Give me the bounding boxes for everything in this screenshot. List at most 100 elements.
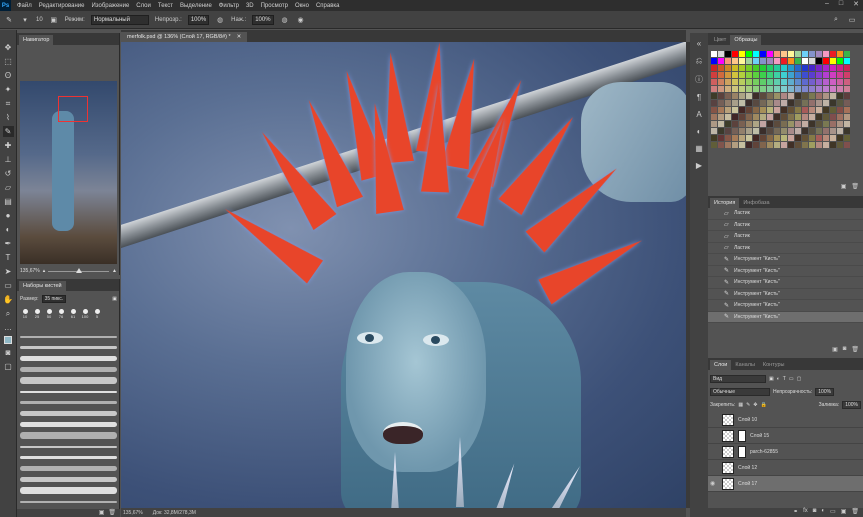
color-swatch[interactable] (718, 100, 724, 106)
color-swatch[interactable] (830, 51, 836, 57)
brush-tool-icon[interactable]: ✎ (2, 126, 14, 137)
history-state[interactable]: ✎ Инструмент "Кисть" (708, 254, 863, 266)
color-swatch[interactable] (802, 128, 808, 134)
mode-select[interactable]: Нормальный (90, 14, 149, 25)
color-swatch[interactable] (746, 65, 752, 71)
adjustment-layer-icon[interactable]: ◐ (821, 508, 825, 517)
type-tool-icon[interactable]: T (3, 252, 14, 263)
color-swatch[interactable] (760, 121, 766, 127)
color-swatch[interactable] (753, 72, 759, 78)
color-swatch[interactable] (823, 79, 829, 85)
document-canvas[interactable] (121, 42, 686, 508)
color-swatch[interactable] (830, 79, 836, 85)
color-swatch[interactable] (725, 58, 731, 64)
color-swatch[interactable] (767, 72, 773, 78)
layer-opacity-field[interactable]: 100% (815, 388, 835, 396)
menu-edit[interactable]: Редактирование (39, 3, 85, 9)
brush-list-item[interactable] (20, 474, 117, 485)
brush-size-field[interactable]: 35 пикс. (41, 295, 67, 303)
color-swatch[interactable] (753, 58, 759, 64)
maximize-icon[interactable]: □ (839, 0, 843, 8)
menu-layers[interactable]: Слои (136, 3, 151, 9)
color-swatch[interactable] (711, 72, 717, 78)
eyedropper-tool-icon[interactable]: ⌇ (3, 112, 14, 123)
color-swatch[interactable] (837, 114, 843, 120)
color-swatch[interactable] (788, 72, 794, 78)
color-swatch[interactable] (739, 107, 745, 113)
color-swatch[interactable] (739, 128, 745, 134)
color-swatch[interactable] (830, 135, 836, 141)
brush-preset[interactable]: 5 (92, 309, 102, 319)
color-swatch[interactable] (802, 107, 808, 113)
color-swatch[interactable] (795, 142, 801, 148)
color-swatch[interactable] (718, 72, 724, 78)
shape-tool-icon[interactable]: ▭ (3, 280, 14, 291)
color-swatch[interactable] (760, 79, 766, 85)
color-swatch[interactable] (739, 79, 745, 85)
color-swatch[interactable] (746, 93, 752, 99)
color-swatch[interactable] (837, 79, 843, 85)
color-swatch[interactable] (823, 128, 829, 134)
color-swatch[interactable] (711, 51, 717, 57)
color-swatch[interactable] (725, 107, 731, 113)
color-swatch[interactable] (809, 72, 815, 78)
color-swatch[interactable] (844, 86, 850, 92)
healing-tool-icon[interactable]: ✚ (3, 140, 14, 151)
color-swatch[interactable] (809, 65, 815, 71)
color-swatch[interactable] (795, 93, 801, 99)
opacity-field[interactable]: 100% (187, 14, 210, 25)
color-swatch[interactable] (844, 93, 850, 99)
color-swatch[interactable] (788, 93, 794, 99)
color-swatch[interactable] (732, 128, 738, 134)
color-swatch[interactable] (746, 86, 752, 92)
color-swatch[interactable] (802, 65, 808, 71)
color-swatch[interactable] (753, 114, 759, 120)
link-layers-icon[interactable]: ⚭ (793, 508, 798, 517)
color-swatch[interactable] (802, 142, 808, 148)
history-brush-tool-icon[interactable]: ↺ (3, 168, 14, 179)
color-swatch[interactable] (816, 93, 822, 99)
color-swatch[interactable] (774, 86, 780, 92)
color-swatch[interactable] (753, 121, 759, 127)
menu-filter[interactable]: Фильтр (219, 3, 239, 9)
color-swatch[interactable] (837, 93, 843, 99)
color-swatch[interactable] (781, 142, 787, 148)
color-swatch[interactable] (837, 72, 843, 78)
path-select-tool-icon[interactable]: ➤ (3, 266, 14, 277)
color-swatch[interactable] (788, 79, 794, 85)
color-swatch[interactable] (837, 107, 843, 113)
lasso-tool-icon[interactable]: ʘ (3, 70, 14, 81)
brush-preset[interactable]: 25 (32, 309, 42, 319)
color-swatch[interactable] (711, 135, 717, 141)
color-swatch[interactable] (781, 65, 787, 71)
clone-stamp-tool-icon[interactable]: ⊥ (3, 154, 14, 165)
color-swatch[interactable] (718, 121, 724, 127)
menu-window[interactable]: Окно (295, 3, 309, 9)
history-state[interactable]: ▱ Ластик (708, 231, 863, 243)
color-swatch[interactable] (795, 86, 801, 92)
color-swatch[interactable] (739, 135, 745, 141)
color-swatch[interactable] (746, 121, 752, 127)
color-swatch[interactable] (837, 142, 843, 148)
color-swatch[interactable] (774, 135, 780, 141)
filter-pixel-icon[interactable]: ▣ (769, 376, 774, 382)
color-swatch[interactable] (823, 121, 829, 127)
zoom-in-icon[interactable]: ▲ (112, 268, 117, 274)
zoom-tool-icon[interactable]: ⌕ (3, 308, 14, 319)
color-swatch[interactable] (844, 72, 850, 78)
color-swatch[interactable] (718, 79, 724, 85)
color-swatch[interactable] (823, 100, 829, 106)
color-swatch[interactable] (830, 100, 836, 106)
tab-swatches[interactable]: Образцы (730, 35, 762, 45)
layer-mask-thumbnail[interactable] (738, 429, 746, 442)
color-swatch[interactable] (823, 72, 829, 78)
color-swatch[interactable] (767, 114, 773, 120)
menu-type[interactable]: Текст (158, 3, 173, 9)
color-swatch[interactable] (781, 107, 787, 113)
color-swatch[interactable] (767, 128, 773, 134)
brush-preset[interactable]: 61 (68, 309, 78, 319)
color-swatch[interactable] (711, 58, 717, 64)
tab-history[interactable]: История (710, 198, 740, 208)
foreground-color-swatch[interactable] (4, 336, 12, 344)
color-swatch[interactable] (795, 79, 801, 85)
